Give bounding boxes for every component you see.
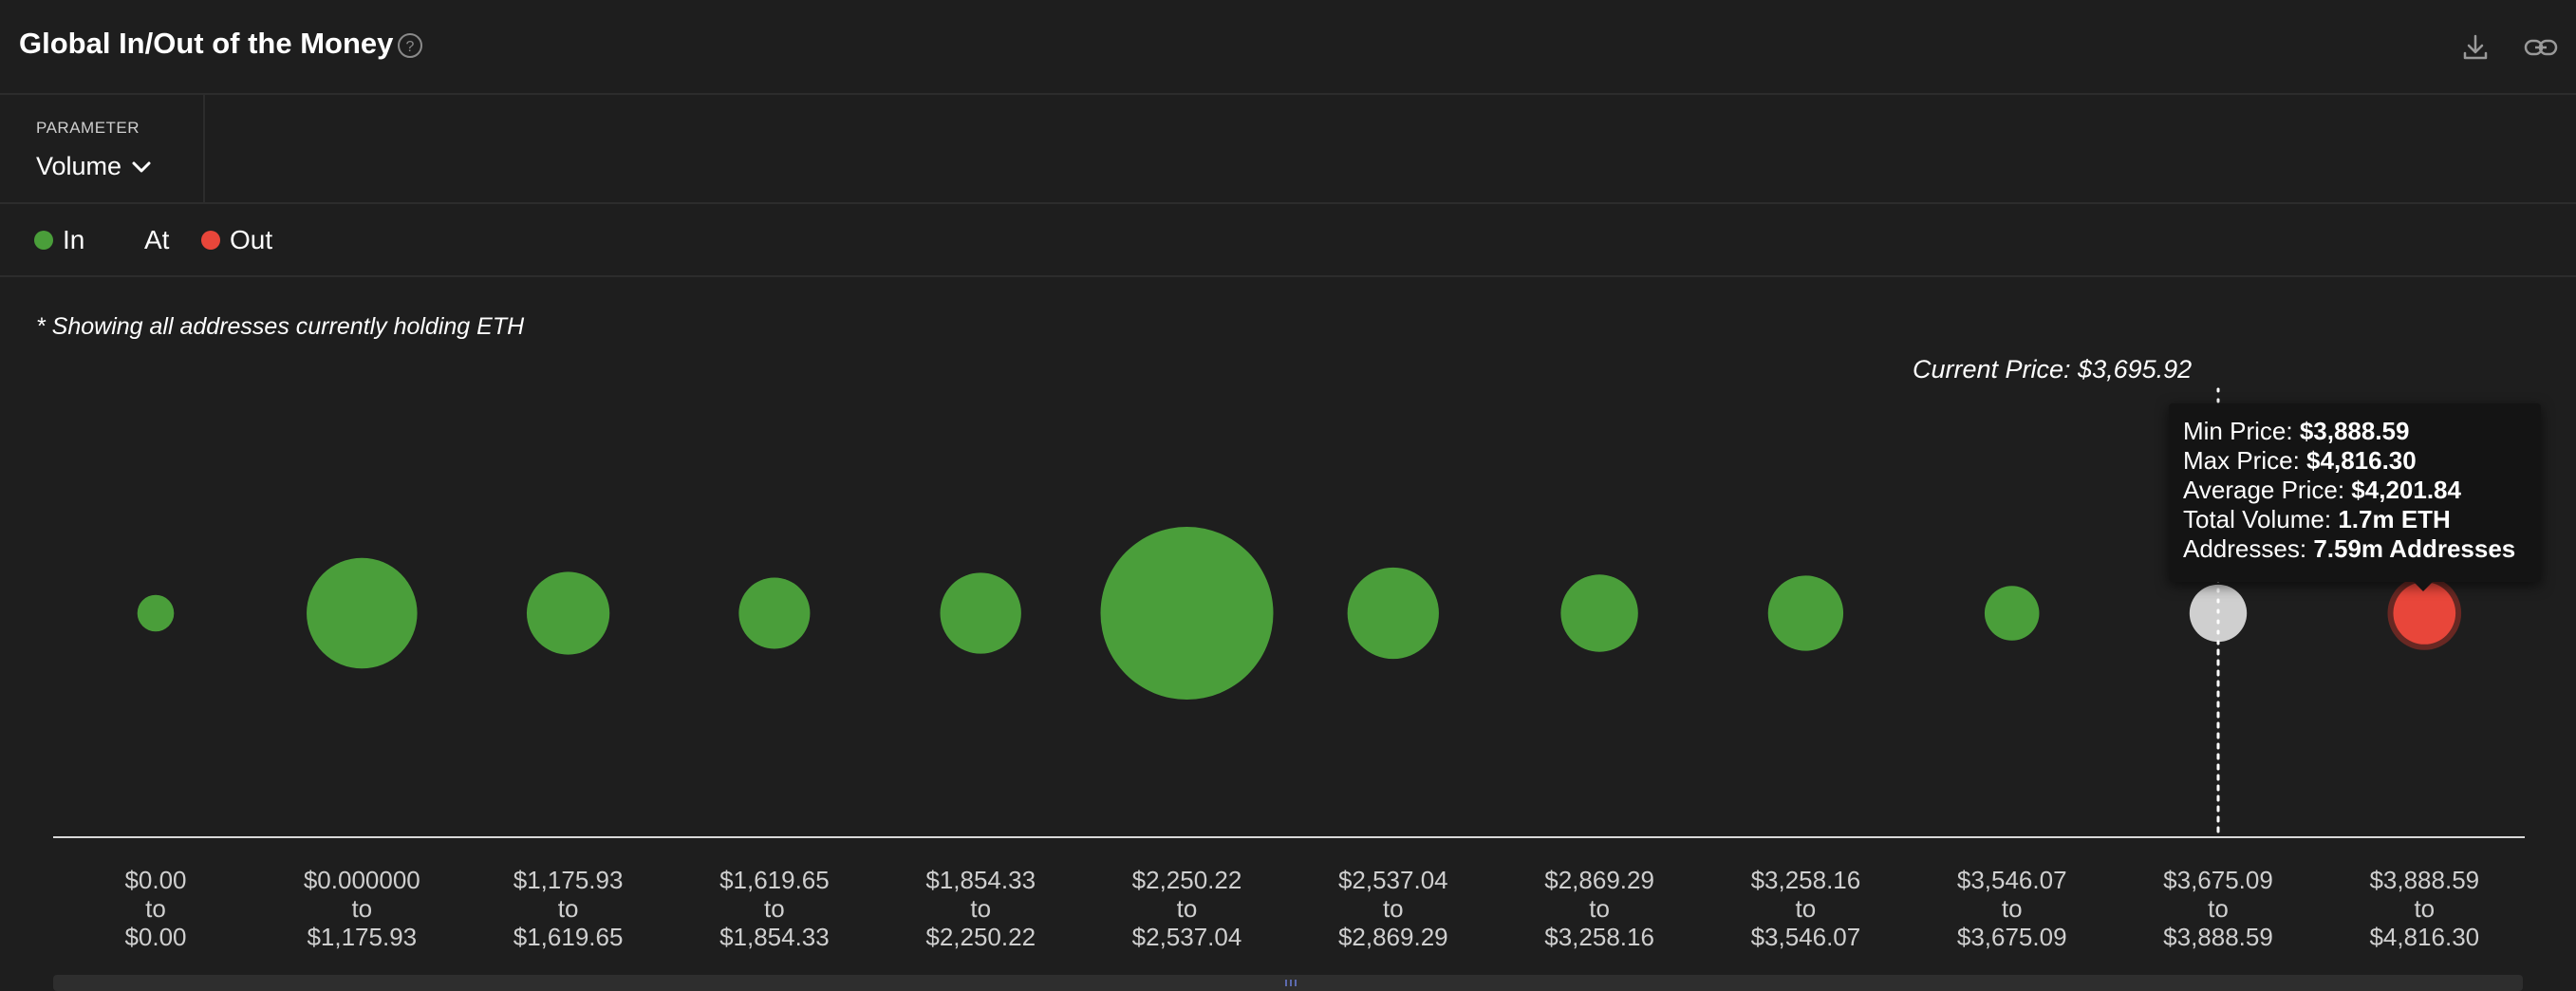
bubble-in-6[interactable] — [1347, 567, 1439, 660]
x-tick-label-5-1: to — [1177, 894, 1198, 923]
bubble-in-1[interactable] — [307, 557, 418, 669]
x-tick-label-9-2: $3,675.09 — [1957, 923, 2067, 951]
legend-dot-in — [34, 231, 53, 250]
x-tick-label-11-2: $4,816.30 — [2369, 923, 2479, 951]
svg-text:?: ? — [406, 39, 415, 55]
chevron-down-icon — [132, 161, 151, 172]
x-tick-label-3-1: to — [764, 894, 785, 923]
x-tick-label-11-0: $3,888.59 — [2369, 866, 2479, 894]
x-tick-label-4-0: $1,854.33 — [925, 866, 1036, 894]
x-tick-label-2-1: to — [558, 894, 579, 923]
x-tick-label-6-0: $2,537.04 — [1338, 866, 1448, 894]
x-tick-label-2-2: $1,619.65 — [513, 923, 624, 951]
legend-item-out[interactable]: Out — [201, 225, 272, 255]
tooltip: Min Price: $3,888.59 Max Price: $4,816.3… — [2169, 403, 2541, 582]
x-tick-label-6-1: to — [1383, 894, 1404, 923]
x-tick-label-0-1: to — [145, 894, 166, 923]
x-tick-label-7-1: to — [1589, 894, 1610, 923]
help-icon[interactable]: ? — [397, 32, 423, 59]
bubble-in-9[interactable] — [1984, 586, 2040, 641]
x-tick-label-7-0: $2,869.29 — [1544, 866, 1654, 894]
x-tick-label-1-0: $0.000000 — [304, 866, 420, 894]
parameter-box: PARAMETER Volume — [0, 95, 205, 202]
x-tick-label-1-2: $1,175.93 — [307, 923, 417, 951]
bubble-in-7[interactable] — [1560, 574, 1638, 652]
widget-title: Global In/Out of the Money — [19, 27, 394, 60]
x-tick-label-8-0: $3,258.16 — [1751, 866, 1861, 894]
tooltip-arrow — [2412, 580, 2435, 591]
legend-label-in: In — [63, 225, 85, 254]
bubble-in-4[interactable] — [940, 572, 1021, 654]
parameter-row: PARAMETER Volume — [0, 95, 2576, 204]
tooltip-addresses: Addresses: 7.59m Addresses — [2183, 534, 2516, 563]
bubble-in-5[interactable] — [1100, 527, 1274, 700]
x-tick-label-3-2: $1,854.33 — [719, 923, 830, 951]
x-tick-label-7-2: $3,258.16 — [1544, 923, 1654, 951]
bubble-in-0[interactable] — [137, 594, 175, 632]
bubble-in-8[interactable] — [1767, 575, 1844, 651]
tooltip-min-price: Min Price: $3,888.59 — [2183, 417, 2410, 445]
legend-item-at[interactable]: At — [144, 225, 169, 255]
link-icon[interactable] — [2522, 28, 2560, 66]
parameter-label: PARAMETER — [36, 119, 140, 137]
x-tick-label-10-2: $3,888.59 — [2163, 923, 2273, 951]
x-tick-label-2-0: $1,175.93 — [513, 866, 624, 894]
tooltip-total-volume: Total Volume: 1.7m ETH — [2183, 505, 2451, 533]
x-tick-label-1-1: to — [351, 894, 372, 923]
legend-dot-out — [201, 231, 220, 250]
x-tick-label-6-2: $2,869.29 — [1338, 923, 1448, 951]
x-tick-label-0-0: $0.00 — [124, 866, 186, 894]
x-tick-label-8-2: $3,546.07 — [1751, 923, 1861, 951]
x-tick-label-5-0: $2,250.22 — [1132, 866, 1242, 894]
parameter-dropdown[interactable]: Volume — [36, 152, 152, 181]
legend-item-in[interactable]: In — [34, 225, 84, 255]
widget-header: Global In/Out of the Money ? — [0, 0, 2576, 95]
x-tick-label-10-1: to — [2208, 894, 2229, 923]
tooltip-max-price: Max Price: $4,816.30 — [2183, 446, 2417, 475]
legend-label-out: Out — [230, 225, 273, 254]
x-tick-label-11-1: to — [2414, 894, 2435, 923]
x-tick-label-9-1: to — [2002, 894, 2023, 923]
tooltip-average-price: Average Price: $4,201.84 — [2183, 476, 2461, 504]
holding-note: * Showing all addresses currently holdin… — [36, 313, 525, 340]
x-tick-label-8-1: to — [1796, 894, 1817, 923]
parameter-value: Volume — [36, 152, 122, 180]
x-tick-label-5-2: $2,537.04 — [1132, 923, 1242, 951]
bubble-out-11[interactable] — [2393, 582, 2456, 645]
x-tick-label-4-2: $2,250.22 — [925, 923, 1036, 951]
legend: In At Out — [0, 204, 2576, 277]
x-tick-label-10-0: $3,675.09 — [2163, 866, 2273, 894]
horizontal-scrollbar[interactable] — [53, 975, 2523, 991]
bubble-in-2[interactable] — [526, 571, 610, 655]
bubble-in-3[interactable] — [738, 577, 811, 649]
x-tick-label-3-0: $1,619.65 — [719, 866, 830, 894]
x-tick-label-4-1: to — [970, 894, 991, 923]
download-icon[interactable] — [2456, 28, 2494, 66]
legend-label-at: At — [144, 225, 170, 254]
x-tick-label-0-2: $0.00 — [124, 923, 186, 951]
x-tick-label-9-0: $3,546.07 — [1957, 866, 2067, 894]
scroll-grip-icon[interactable] — [1284, 979, 1297, 987]
